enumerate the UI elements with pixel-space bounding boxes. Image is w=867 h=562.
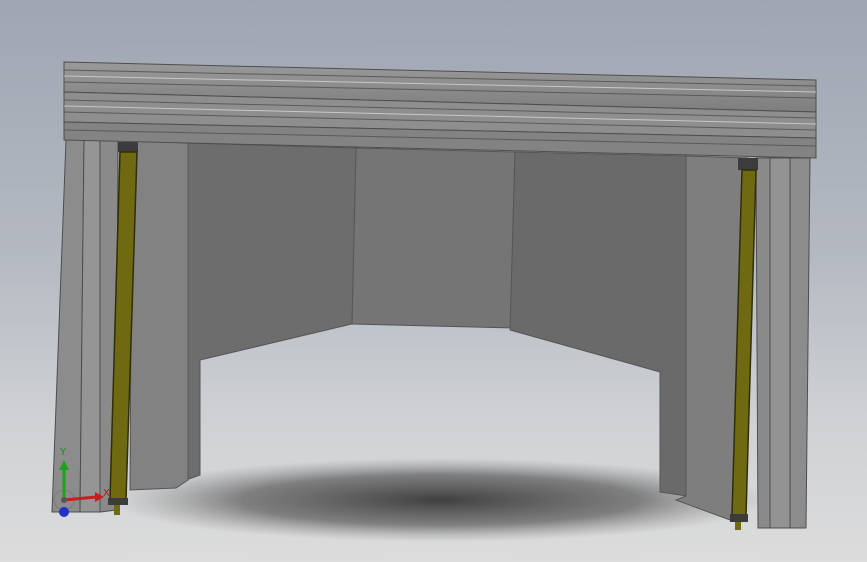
right-post-mid [769, 157, 791, 529]
back-panel-right [509, 151, 688, 497]
cad-3d-viewport[interactable]: Y X [0, 0, 867, 562]
triad-origin [61, 497, 67, 503]
right-post-outer [789, 157, 811, 529]
triad-y-label: Y [60, 447, 67, 458]
triad-z-axis [59, 507, 69, 517]
left-sensor-cap-top [118, 142, 138, 152]
left-inner-wall [129, 139, 189, 491]
left-post-mid [79, 139, 101, 513]
right-post-inner [755, 157, 771, 529]
right-sensor-pin [735, 522, 741, 530]
triad-x-label: X [103, 488, 110, 499]
left-sensor-cap-bottom [108, 498, 128, 505]
right-sensor-cap-bottom [730, 514, 748, 522]
left-post-outer [51, 139, 85, 513]
left-sensor-pin [114, 505, 120, 515]
assembly-model[interactable] [0, 0, 867, 562]
back-panel-center [351, 147, 516, 329]
back-panel-left [185, 142, 357, 481]
right-sensor-cap-top [738, 158, 758, 170]
